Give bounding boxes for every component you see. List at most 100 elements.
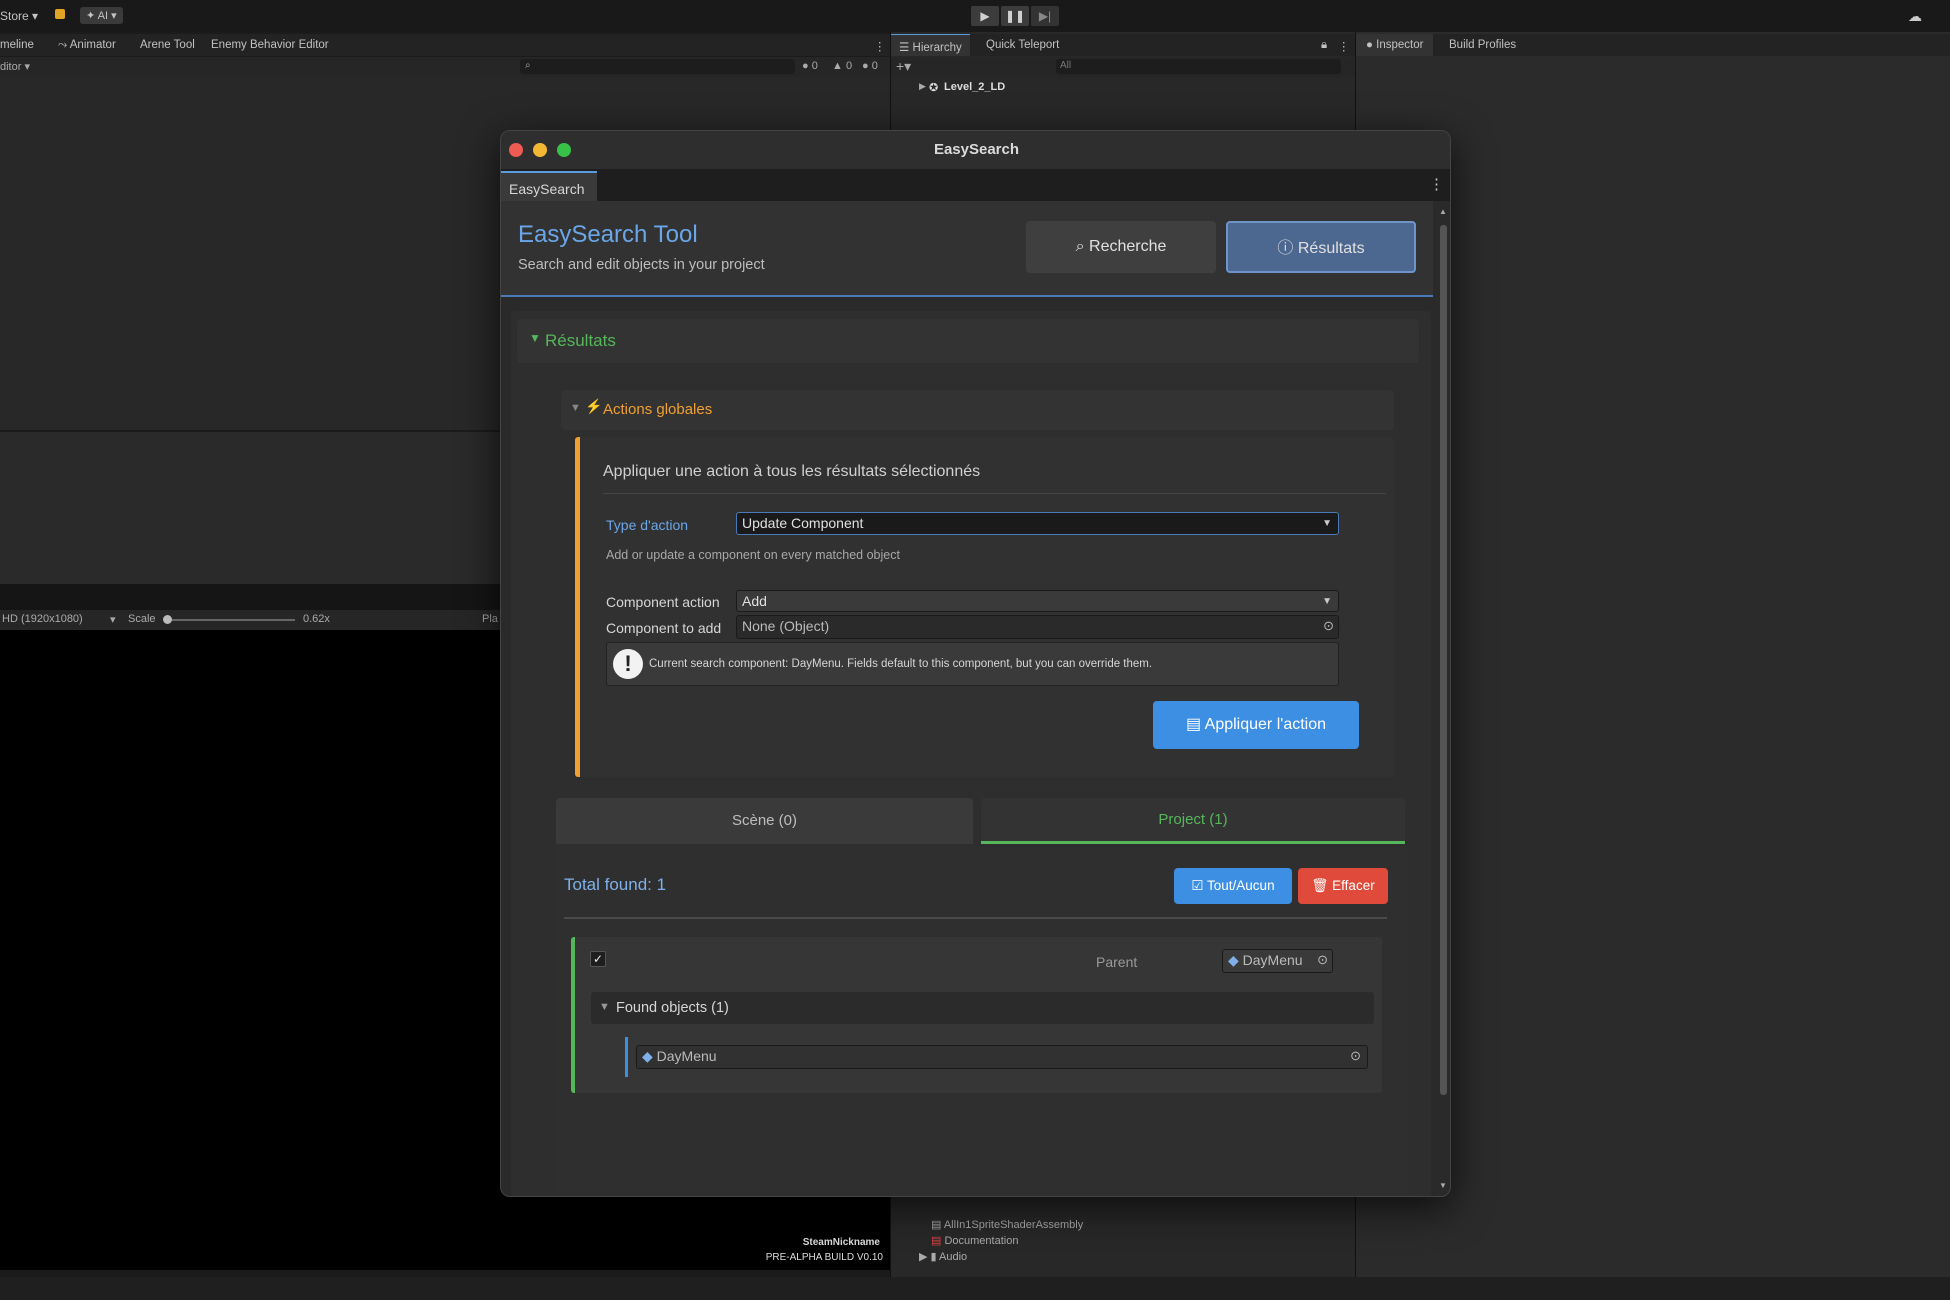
chevron-down-icon: ▼ [1322, 596, 1332, 607]
kebab-menu-icon[interactable]: ⋮ [1338, 39, 1350, 53]
warning-count[interactable]: ▲ 0 [832, 60, 852, 72]
found-object-field[interactable]: ◆ DayMenu ⊙ [636, 1045, 1368, 1069]
editor-toolbar: ditor ▾ ⌕ ● 0 ▲ 0 ● 0 [0, 57, 890, 77]
console-search-input[interactable]: ⌕ [520, 59, 795, 74]
ai-dropdown[interactable]: ✦ AI ▾ [80, 7, 123, 24]
play-button[interactable]: ▶ [971, 6, 999, 26]
component-to-add-field[interactable]: None (Object) ⊙ [736, 615, 1339, 639]
chevron-down-icon[interactable]: ▾ [110, 613, 116, 626]
store-dropdown[interactable]: Store ▾ [0, 9, 38, 23]
step-button[interactable]: ▶| [1031, 6, 1059, 26]
chevron-down-icon: ▼ [570, 402, 581, 414]
action-type-help: Add or update a component on every match… [606, 548, 900, 562]
pause-button[interactable]: ❚❚ [1001, 6, 1029, 26]
select-all-none-button[interactable]: ☑ Tout/Aucun [1174, 868, 1292, 904]
file-icon: ▤ [931, 1219, 944, 1231]
tab-scene[interactable]: Scène (0) [556, 798, 973, 844]
scale-slider[interactable] [163, 615, 295, 624]
action-type-select[interactable]: Update Component ▼ [736, 512, 1339, 535]
object-picker-icon[interactable]: ⊙ [1350, 1048, 1361, 1064]
error-count[interactable]: ● 0 [802, 60, 818, 72]
gameobject-icon: ◆ [642, 1048, 657, 1064]
info-icon: ⓘ [1277, 240, 1298, 257]
tab-hierarchy[interactable]: ☰ Hierarchy [891, 34, 970, 56]
list-item[interactable]: ▤ AllIn1SpriteShaderAssembly [931, 1218, 1083, 1231]
scroll-down-icon: ▼ [1439, 1181, 1447, 1190]
object-picker-icon[interactable]: ⊙ [1317, 952, 1328, 968]
pdf-icon: ▤ [931, 1235, 945, 1247]
scroll-thumb[interactable] [1440, 225, 1447, 1095]
list-item[interactable]: ▶ ▮ Audio [919, 1250, 967, 1263]
scale-value: 0.62x [303, 613, 330, 625]
result-checkbox[interactable]: ✓ [590, 951, 606, 967]
info-icon: ● [1366, 39, 1377, 51]
tab-project[interactable]: Project (1) [981, 798, 1405, 844]
kebab-menu-icon[interactable]: ⋮ [874, 39, 886, 53]
parent-label: Parent [1096, 954, 1138, 970]
project-list: ▤ AllIn1SpriteShaderAssembly ▤ Documenta… [919, 1200, 1339, 1270]
tab-easysearch[interactable]: EasySearch [501, 171, 597, 201]
status-bar [0, 1277, 1950, 1300]
action-type-label: Type d'action [606, 517, 689, 533]
results-foldout[interactable]: ▼ Résultats [517, 319, 1419, 363]
add-icon[interactable]: +▾ [896, 58, 911, 75]
info-count[interactable]: ● 0 [862, 60, 878, 72]
found-objects-foldout[interactable]: ▼ Found objects (1) [591, 992, 1374, 1024]
info-text: Current search component: DayMenu. Field… [649, 658, 1153, 670]
global-actions-foldout[interactable]: ▼ ⚡ Actions globales [561, 390, 1394, 430]
app-subtitle: Search and edit objects in your project [518, 257, 765, 273]
window-title: EasySearch [933, 141, 1020, 158]
tab-animator[interactable]: ⤳ Animator [58, 39, 116, 52]
chevron-down-icon: ▼ [599, 1001, 610, 1013]
scene-row[interactable]: ▶ ✪ Level_2_LD [919, 79, 1349, 97]
divider [603, 493, 1386, 494]
chevron-right-icon[interactable]: ▶ [919, 81, 926, 92]
resolution-dropdown[interactable]: HD (1920x1080) [2, 613, 83, 625]
apply-action-button[interactable]: ▤ Appliquer l'action [1153, 701, 1359, 749]
found-objects-title: Found objects (1) [616, 1000, 729, 1016]
step-icon: ▶| [1038, 9, 1052, 23]
lock-icon[interactable]: 🔒︎ [1321, 39, 1327, 52]
list-icon: ☰ [899, 42, 913, 54]
object-picker-icon[interactable]: ⊙ [1323, 618, 1334, 634]
tool-header: EasySearch Tool Search and edit objects … [501, 201, 1433, 297]
search-icon: ⌕ [525, 60, 531, 71]
info-icon: ● [862, 60, 869, 72]
results-section-title: Résultats [545, 331, 616, 350]
results-mode-button[interactable]: ⓘ Résultats [1226, 221, 1416, 273]
parent-object-field[interactable]: ◆ DayMenu ⊙ [1222, 949, 1333, 973]
scrollbar[interactable]: ▲ ▼ [1437, 207, 1449, 1194]
play-icon: ▶ [980, 9, 990, 23]
tab-build-profiles[interactable]: Build Profiles [1449, 39, 1516, 51]
tab-arene-tool[interactable]: Arene Tool [140, 39, 195, 51]
kebab-menu-icon[interactable]: ⋮ [1429, 175, 1444, 193]
tab-enemy-behavior-editor[interactable]: Enemy Behavior Editor [211, 39, 329, 51]
folder-icon: ▶ ▮ [919, 1251, 940, 1263]
animator-icon: ⤳ [58, 39, 70, 51]
scale-label: Scale [128, 613, 156, 625]
error-icon: ● [802, 60, 809, 72]
play-focused-label[interactable]: Pla [482, 613, 498, 625]
store-icon[interactable] [55, 9, 65, 19]
tab-timeline[interactable]: meline [0, 39, 34, 51]
gameobject-icon: ◆ [1228, 952, 1243, 968]
list-item[interactable]: ▤ Documentation [931, 1234, 1018, 1247]
tab-quick-teleport[interactable]: Quick Teleport [986, 39, 1059, 51]
global-actions-panel: Appliquer une action à tous les résultat… [575, 437, 1394, 777]
component-action-select[interactable]: Add ▼ [736, 590, 1339, 612]
found-item-row: ◆ DayMenu ⊙ [625, 1037, 1368, 1077]
clear-button[interactable]: 🗑︎ Effacer [1298, 868, 1388, 904]
window-tab-bar: EasySearch ⋮ [501, 169, 1450, 201]
checkbox-icon: ☑ [1191, 878, 1208, 893]
hierarchy-search-input[interactable]: All [1056, 59, 1341, 74]
window-titlebar[interactable]: EasySearch [501, 131, 1450, 169]
results-section: ▼ Résultats ▼ ⚡ Actions globales Appliqu… [511, 311, 1431, 1196]
search-mode-button[interactable]: ⌕ Recherche [1026, 221, 1216, 273]
cloud-icon[interactable]: ☁ [1908, 8, 1922, 25]
tab-inspector[interactable]: ● Inspector [1356, 34, 1434, 56]
result-card: ✓ Parent ◆ DayMenu ⊙ ▼ Found objects (1)… [571, 937, 1382, 1093]
editor-dropdown[interactable]: ditor ▾ [0, 60, 30, 73]
main-toolbar: Store ▾ ✦ AI ▾ ▶ ❚❚ ▶| ☁ [0, 0, 1950, 32]
slider-handle[interactable] [163, 615, 172, 624]
scene-tab-row: meline ⤳ Animator Arene Tool Enemy Behav… [0, 34, 890, 56]
